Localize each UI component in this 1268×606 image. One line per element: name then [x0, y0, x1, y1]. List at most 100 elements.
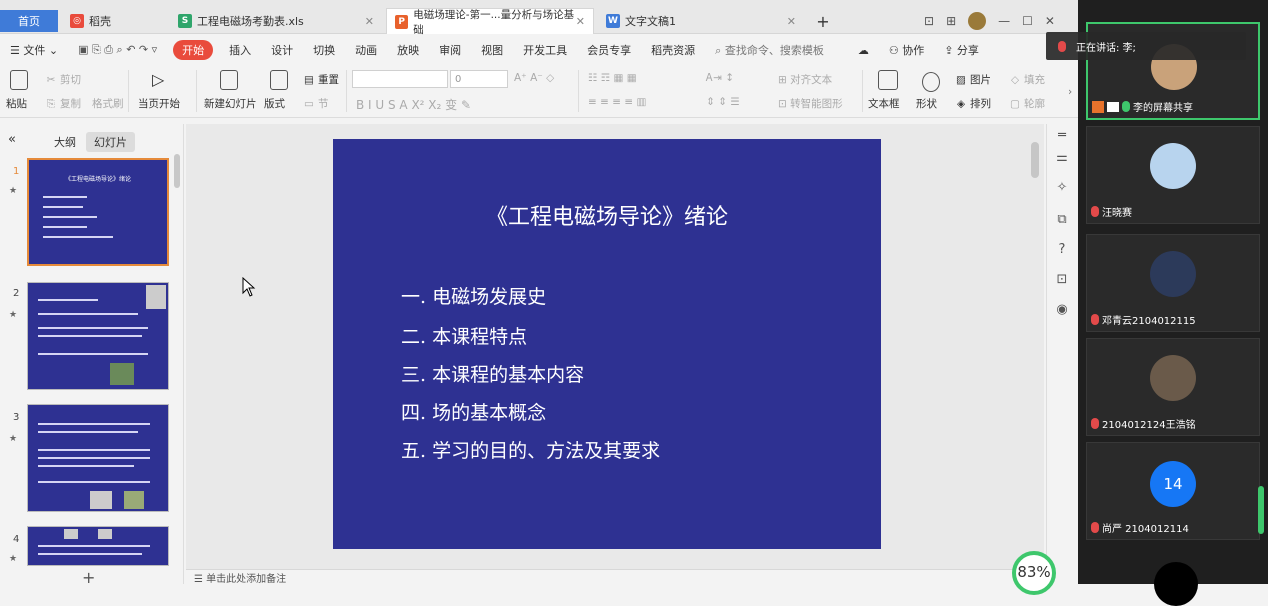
help-icon[interactable]: ?	[1054, 242, 1070, 258]
minimize-button[interactable]: —	[998, 14, 1010, 28]
apps-grid-icon[interactable]: ⊞	[946, 14, 956, 28]
add-slide-button[interactable]: +	[82, 568, 95, 587]
slide-thumbnail-2[interactable]	[27, 282, 169, 390]
layout-icon[interactable]	[270, 70, 288, 90]
command-search[interactable]: ⌕ 查找命令、搜索模板	[715, 42, 824, 58]
textbox-button[interactable]: 文本框	[868, 96, 900, 111]
close-icon[interactable]: ✕	[787, 15, 796, 28]
notes-bar[interactable]: ☰ 单击此处添加备注	[186, 569, 1044, 585]
ribbon-expand-icon[interactable]: ›	[1068, 86, 1072, 98]
close-icon[interactable]: ✕	[365, 15, 374, 28]
menu-view[interactable]: 视图	[471, 42, 513, 58]
list-icons[interactable]: ☷ ☶ ▦ ▦	[588, 72, 637, 84]
video-tile[interactable]: 汪晓赛	[1086, 126, 1260, 224]
slide-thumbnail-1[interactable]: 《工程电磁场导论》绪论	[27, 158, 169, 266]
section-button[interactable]: ▭ 节	[302, 96, 328, 111]
video-tile[interactable]: 14 尚严 2104012114	[1086, 442, 1260, 540]
cloud-icon[interactable]: ☁	[848, 44, 879, 57]
copy-window-icon[interactable]: ⧉	[1054, 212, 1070, 228]
menu-transition[interactable]: 切换	[303, 42, 345, 58]
copy-button[interactable]: ⎘ 复制	[44, 96, 81, 111]
image-tool-icon[interactable]: ⊡	[1054, 272, 1070, 288]
close-icon[interactable]: ✕	[576, 15, 585, 28]
format-painter-button[interactable]: 格式刷	[92, 96, 124, 111]
slide-title[interactable]: 《工程电磁场导论》绪论	[333, 199, 881, 231]
slide-bullet[interactable]: 三. 本课程的基本内容	[401, 360, 584, 387]
new-tab-button[interactable]: +	[808, 8, 838, 34]
collab-button[interactable]: ⚇ 协作	[879, 42, 934, 58]
tab-presentation[interactable]: P 电磁场理论-第一...量分析与场论基础 ✕	[386, 8, 594, 36]
menu-docer-resources[interactable]: 稻壳资源	[641, 42, 705, 58]
settings-sliders-icon[interactable]: ⚌	[1054, 150, 1070, 166]
new-slide-button[interactable]: 新建幻灯片	[204, 96, 257, 111]
current-slide[interactable]: 《工程电磁场导论》绪论 一. 电磁场发展史 二. 本课程特点 三. 本课程的基本…	[333, 139, 881, 549]
menu-developer[interactable]: 开发工具	[513, 42, 577, 58]
tab-docer[interactable]: ◎ 稻壳	[62, 8, 166, 34]
canvas-scrollbar[interactable]	[1030, 130, 1040, 530]
font-name-select[interactable]	[352, 70, 448, 88]
shape-button[interactable]: 形状	[916, 96, 937, 111]
arrange-button[interactable]: ◈ 排列	[954, 96, 991, 111]
menu-slideshow[interactable]: 放映	[387, 42, 429, 58]
align-text-button[interactable]: ⊞ 对齐文本	[778, 72, 832, 87]
thumb-line	[38, 299, 98, 301]
paste-button[interactable]: 粘贴	[6, 96, 27, 111]
reset-button[interactable]: ▤ 重置	[302, 72, 339, 87]
tab-home[interactable]: 首页	[0, 10, 58, 32]
menu-start[interactable]: 开始	[173, 40, 214, 60]
fill-button[interactable]: ◇ 填充	[1008, 72, 1045, 87]
slide-bullet[interactable]: 四. 场的基本概念	[401, 398, 546, 425]
close-window-button[interactable]: ✕	[1045, 14, 1055, 28]
menu-member[interactable]: 会员专享	[577, 42, 641, 58]
align-icons[interactable]: ≡ ≡ ≡ ≡ ▥	[588, 96, 646, 108]
outline-button[interactable]: ▢ 轮廓	[1008, 96, 1045, 111]
slide-editor-canvas[interactable]: 《工程电磁场导论》绪论 一. 电磁场发展史 二. 本课程特点 三. 本课程的基本…	[186, 124, 1044, 569]
shape-icon[interactable]	[922, 72, 940, 92]
user-avatar[interactable]	[968, 12, 987, 30]
font-style-icons[interactable]: B I U S A X² X₂ 变 ✎	[356, 96, 471, 113]
menu-insert[interactable]: 插入	[219, 42, 261, 58]
tab-document[interactable]: W 文字文稿1 ✕	[598, 8, 804, 34]
tab-slides[interactable]: 幻灯片	[86, 132, 135, 152]
collapse-panel-icon[interactable]: «	[0, 130, 24, 149]
panel-scrollbar[interactable]	[174, 154, 180, 188]
zoom-indicator[interactable]: 83%	[1012, 551, 1056, 595]
menu-review[interactable]: 审阅	[429, 42, 471, 58]
share-button[interactable]: ⇪ 分享	[934, 42, 989, 58]
smart-shape-button[interactable]: ⊡ 转智能图形	[778, 96, 843, 111]
font-size-adjust-icons[interactable]: A⁺ A⁻ ◇	[514, 72, 554, 84]
location-icon[interactable]: ◉	[1054, 302, 1070, 318]
menu-animation[interactable]: 动画	[345, 42, 387, 58]
canvas-scrollbar-thumb[interactable]	[1031, 142, 1039, 178]
new-slide-icon[interactable]	[220, 70, 238, 90]
slide-thumbnail-3[interactable]	[27, 404, 169, 512]
menu-icon[interactable]: ☰ 文件 ⌄	[0, 42, 68, 58]
pin-icon[interactable]: ✧	[1054, 180, 1070, 196]
font-size-select[interactable]: 0	[450, 70, 508, 88]
video-tile[interactable]: 邓青云2104012115	[1086, 234, 1260, 332]
video-panel-scrollbar[interactable]	[1258, 486, 1264, 534]
textbox-icon[interactable]	[878, 70, 898, 90]
picture-button[interactable]: ▨ 图片	[954, 72, 991, 87]
slide-thumbnail-4[interactable]	[27, 526, 169, 566]
slide-bullet[interactable]: 二. 本课程特点	[401, 322, 527, 349]
text-direction-icons[interactable]: Ꭺ⇥ ↕	[706, 72, 734, 85]
paste-icon[interactable]	[10, 70, 28, 90]
cut-button[interactable]: ✂ 剪切	[44, 72, 81, 87]
menu-design[interactable]: 设计	[261, 42, 303, 58]
slide-bullet[interactable]: 一. 电磁场发展史	[401, 282, 546, 309]
layout-button[interactable]: 版式	[264, 96, 285, 111]
quick-access-icons[interactable]: ▣ ⎘ ⎙ ⌕ ↶ ↷ ▿	[68, 43, 167, 57]
menu-file[interactable]: 文件	[23, 44, 45, 57]
spacing-icons[interactable]: ⇕ ⇕ ☰	[706, 96, 740, 108]
panel-handle-icon[interactable]: ═	[1054, 128, 1070, 144]
play-icon[interactable]: ▷	[152, 70, 164, 89]
tab-outline[interactable]: 大纲	[46, 132, 84, 152]
tab-attendance-xls[interactable]: S 工程电磁场考勤表.xls ✕	[170, 8, 382, 34]
video-tile[interactable]: 2104012124王浩铭	[1086, 338, 1260, 436]
slide-bullet[interactable]: 五. 学习的目的、方法及其要求	[401, 436, 660, 463]
maximize-button[interactable]: ☐	[1022, 14, 1033, 28]
window-layout-icon[interactable]: ⊡	[924, 14, 934, 28]
thumb-image	[90, 491, 112, 509]
from-current-button[interactable]: 当页开始	[138, 96, 180, 111]
